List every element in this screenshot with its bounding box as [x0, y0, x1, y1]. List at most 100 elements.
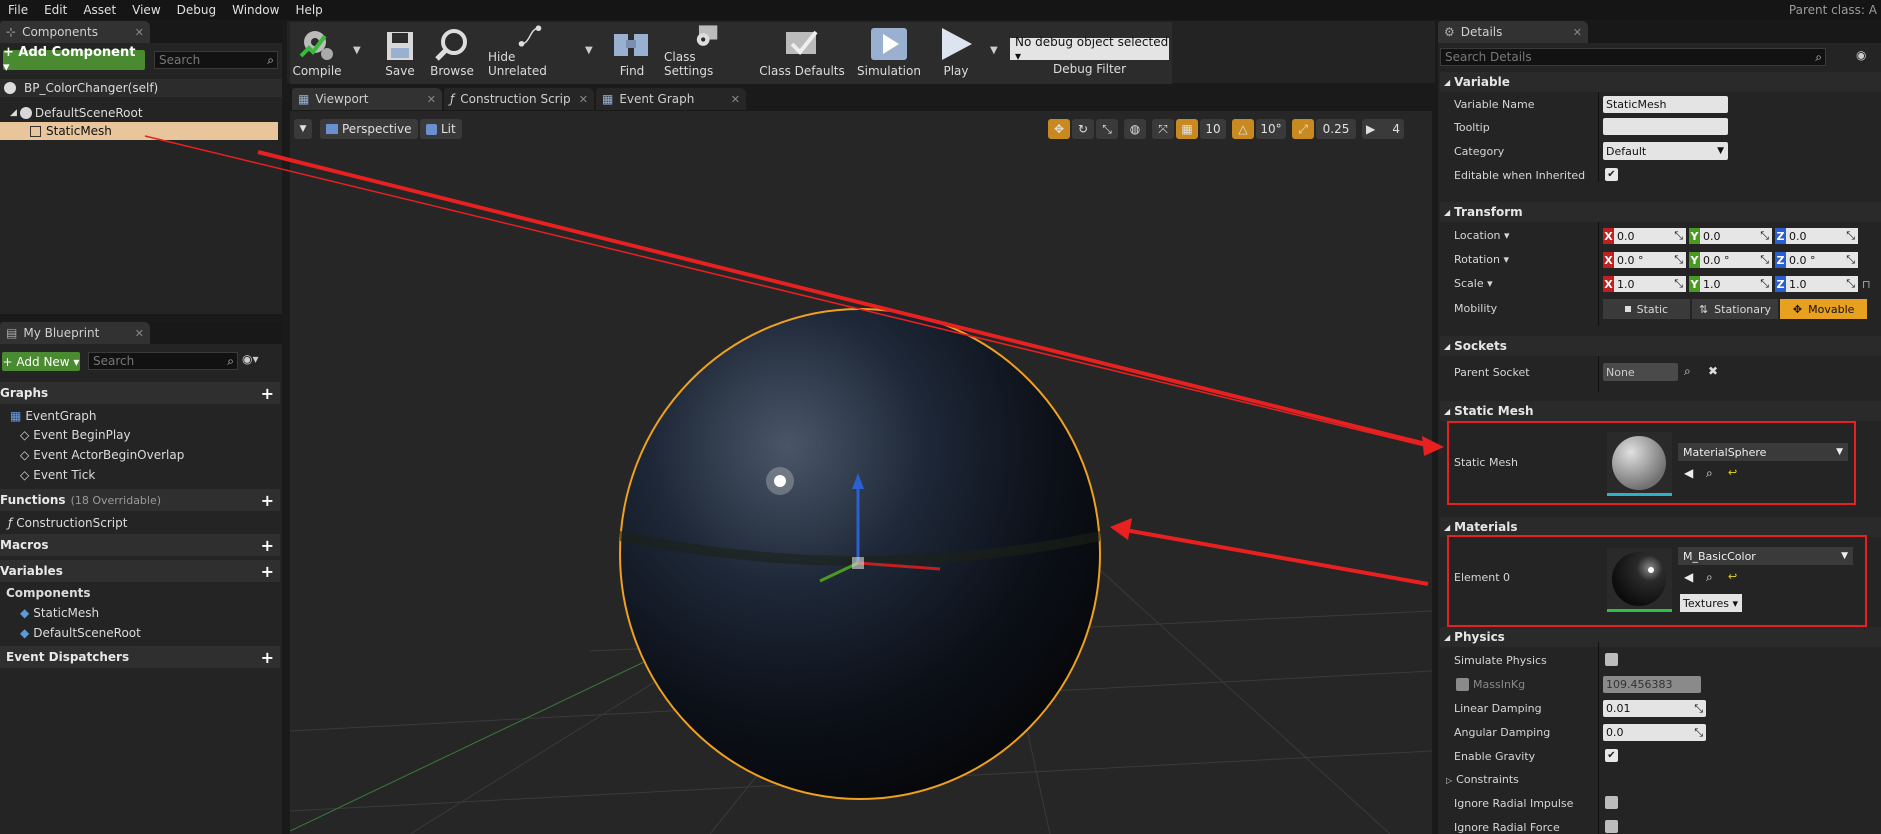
- rotation-z-field[interactable]: Z 0.0 ° ⤡: [1775, 252, 1858, 268]
- menu-file[interactable]: File: [0, 0, 36, 20]
- eye-icon[interactable]: ◉▾: [242, 352, 259, 366]
- variable-item[interactable]: ◆ DefaultSceneRoot: [0, 624, 141, 642]
- save-button[interactable]: Save: [380, 24, 420, 82]
- grid-snap-icon[interactable]: ▦: [1176, 119, 1198, 139]
- scale-tool-icon[interactable]: ⤡: [1096, 119, 1118, 139]
- hide-unrelated-options-icon[interactable]: ▼: [585, 45, 593, 56]
- tree-item-default-scene-root[interactable]: ◢ DefaultSceneRoot: [0, 104, 282, 122]
- world-local-icon[interactable]: ◍: [1124, 119, 1146, 139]
- blueprint-search-input[interactable]: Search ⌕: [88, 352, 238, 370]
- tab-details[interactable]: ⚙ Details ✕: [1438, 21, 1588, 43]
- scale-label[interactable]: Scale ▾: [1454, 277, 1493, 290]
- rotate-tool-icon[interactable]: ↻: [1072, 119, 1094, 139]
- close-icon[interactable]: ✕: [731, 93, 740, 106]
- browse-button[interactable]: Browse: [427, 24, 477, 82]
- tab-event-graph[interactable]: ▦ Event Graph ✕: [596, 88, 746, 110]
- class-settings-button[interactable]: Class Settings: [664, 24, 748, 82]
- simulation-button[interactable]: Simulation: [856, 24, 922, 82]
- location-label[interactable]: Location ▾: [1454, 229, 1510, 242]
- ignore-radial-force-checkbox[interactable]: [1605, 820, 1618, 833]
- components-category[interactable]: Components: [0, 584, 91, 602]
- grid-snap-value[interactable]: 10: [1200, 119, 1226, 139]
- menu-edit[interactable]: Edit: [36, 0, 75, 20]
- rotation-snap-value[interactable]: 10°: [1256, 119, 1286, 139]
- category-select[interactable]: Default ▼: [1603, 142, 1728, 160]
- add-variable-button[interactable]: +: [261, 562, 274, 581]
- add-new-button[interactable]: + Add New ▾: [2, 352, 80, 371]
- section-macros[interactable]: Macros +: [0, 534, 280, 556]
- self-row[interactable]: BP_ColorChanger(self): [0, 79, 282, 97]
- search-icon[interactable]: ⌕: [1684, 364, 1691, 379]
- editable-inherited-checkbox[interactable]: ✔: [1605, 168, 1618, 181]
- perspective-button[interactable]: Perspective: [320, 119, 418, 139]
- scale-snap-icon[interactable]: ⤢: [1292, 119, 1314, 139]
- location-z-field[interactable]: Z 0.0 ⤡: [1775, 228, 1858, 244]
- section-functions[interactable]: Functions (18 Overridable) +: [0, 489, 280, 511]
- lock-icon[interactable]: ⊓: [1862, 278, 1871, 291]
- find-button[interactable]: Find: [608, 24, 656, 82]
- clear-icon[interactable]: ✖: [1708, 364, 1718, 378]
- tooltip-input[interactable]: [1603, 118, 1728, 135]
- mobility-stationary-option[interactable]: ⇅ Stationary: [1691, 299, 1779, 319]
- add-dispatcher-button[interactable]: +: [261, 648, 274, 667]
- section-physics[interactable]: ◢ Physics: [1440, 627, 1881, 647]
- scale-x-field[interactable]: X 1.0 ⤡: [1603, 276, 1686, 292]
- location-x-field[interactable]: X 0.0 ⤡: [1603, 228, 1686, 244]
- menu-view[interactable]: View: [124, 0, 168, 20]
- scale-snap-value[interactable]: 0.25: [1316, 119, 1356, 139]
- details-search-input[interactable]: Search Details ⌕: [1440, 48, 1826, 66]
- event-item[interactable]: ◇ Event Tick: [0, 466, 95, 484]
- tab-viewport[interactable]: ▦ Viewport ✕: [292, 88, 442, 110]
- play-button[interactable]: Play: [932, 24, 980, 82]
- construction-script-item[interactable]: ƒ ConstructionScript: [0, 514, 127, 532]
- close-icon[interactable]: ✕: [579, 93, 588, 106]
- viewport-options-button[interactable]: ▼: [294, 119, 312, 139]
- surface-snap-icon[interactable]: ⤧: [1152, 119, 1174, 139]
- view-options-icon[interactable]: ◉: [1856, 48, 1866, 62]
- event-graph-item[interactable]: ▦ EventGraph: [0, 407, 97, 425]
- parent-socket-input[interactable]: None: [1603, 363, 1678, 381]
- tree-item-static-mesh[interactable]: StaticMesh: [0, 122, 278, 140]
- simulate-physics-checkbox[interactable]: [1605, 653, 1618, 666]
- enable-gravity-checkbox[interactable]: ✔: [1605, 749, 1618, 762]
- section-variable[interactable]: ◢ Variable: [1440, 72, 1881, 92]
- section-graphs[interactable]: Graphs +: [0, 382, 280, 404]
- class-defaults-button[interactable]: Class Defaults: [756, 24, 848, 82]
- menu-window[interactable]: Window: [224, 0, 287, 20]
- constraints-row[interactable]: ▷ Constraints: [1446, 773, 1519, 786]
- add-function-button[interactable]: +: [261, 491, 274, 510]
- play-options-icon[interactable]: ▼: [990, 45, 998, 56]
- add-graph-button[interactable]: +: [261, 384, 274, 403]
- close-icon[interactable]: ✕: [1573, 26, 1582, 39]
- mass-input[interactable]: 109.456383: [1603, 676, 1701, 693]
- location-y-field[interactable]: Y 0.0 ⤡: [1689, 228, 1772, 244]
- section-static-mesh[interactable]: ◢ Static Mesh: [1440, 401, 1881, 421]
- event-item[interactable]: ◇ Event ActorBeginOverlap: [0, 446, 184, 464]
- linear-damping-input[interactable]: 0.01 ⤡: [1603, 700, 1706, 717]
- rotation-x-field[interactable]: X 0.0 ° ⤡: [1603, 252, 1686, 268]
- menu-help[interactable]: Help: [287, 0, 330, 20]
- compile-button[interactable]: Compile: [292, 24, 342, 82]
- scale-z-field[interactable]: Z 1.0 ⤡: [1775, 276, 1858, 292]
- debug-object-select[interactable]: No debug object selected ▾: [1010, 35, 1169, 63]
- close-icon[interactable]: ✕: [427, 93, 436, 106]
- scale-y-field[interactable]: Y 1.0 ⤡: [1689, 276, 1772, 292]
- mobility-movable-option[interactable]: ✥ Movable: [1780, 299, 1868, 319]
- angular-damping-input[interactable]: 0.0 ⤡: [1603, 724, 1706, 741]
- rotation-snap-icon[interactable]: △: [1232, 119, 1254, 139]
- menu-asset[interactable]: Asset: [75, 0, 124, 20]
- section-variables[interactable]: Variables +: [0, 560, 280, 582]
- menu-debug[interactable]: Debug: [169, 0, 224, 20]
- tab-components[interactable]: ⊹ Components ✕: [0, 21, 150, 43]
- section-sockets[interactable]: ◢ Sockets: [1440, 336, 1881, 356]
- ignore-radial-impulse-checkbox[interactable]: [1605, 796, 1618, 809]
- viewport[interactable]: ▼ Perspective Lit ✥ ↻ ⤡ ◍ ⤧ ▦ 10 △ 10° ⤢…: [290, 111, 1432, 834]
- add-component-button[interactable]: + Add Component ▾: [3, 45, 145, 75]
- section-transform[interactable]: ◢ Transform: [1440, 202, 1881, 222]
- close-icon[interactable]: ✕: [135, 327, 144, 340]
- tab-construction-script[interactable]: ƒ Construction Scrip ✕: [444, 88, 594, 110]
- variable-item[interactable]: ◆ StaticMesh: [0, 604, 99, 622]
- tab-my-blueprint[interactable]: ▤ My Blueprint ✕: [0, 322, 150, 344]
- components-search-input[interactable]: Search ⌕: [154, 51, 278, 69]
- hide-unrelated-button[interactable]: Hide Unrelated: [488, 24, 572, 82]
